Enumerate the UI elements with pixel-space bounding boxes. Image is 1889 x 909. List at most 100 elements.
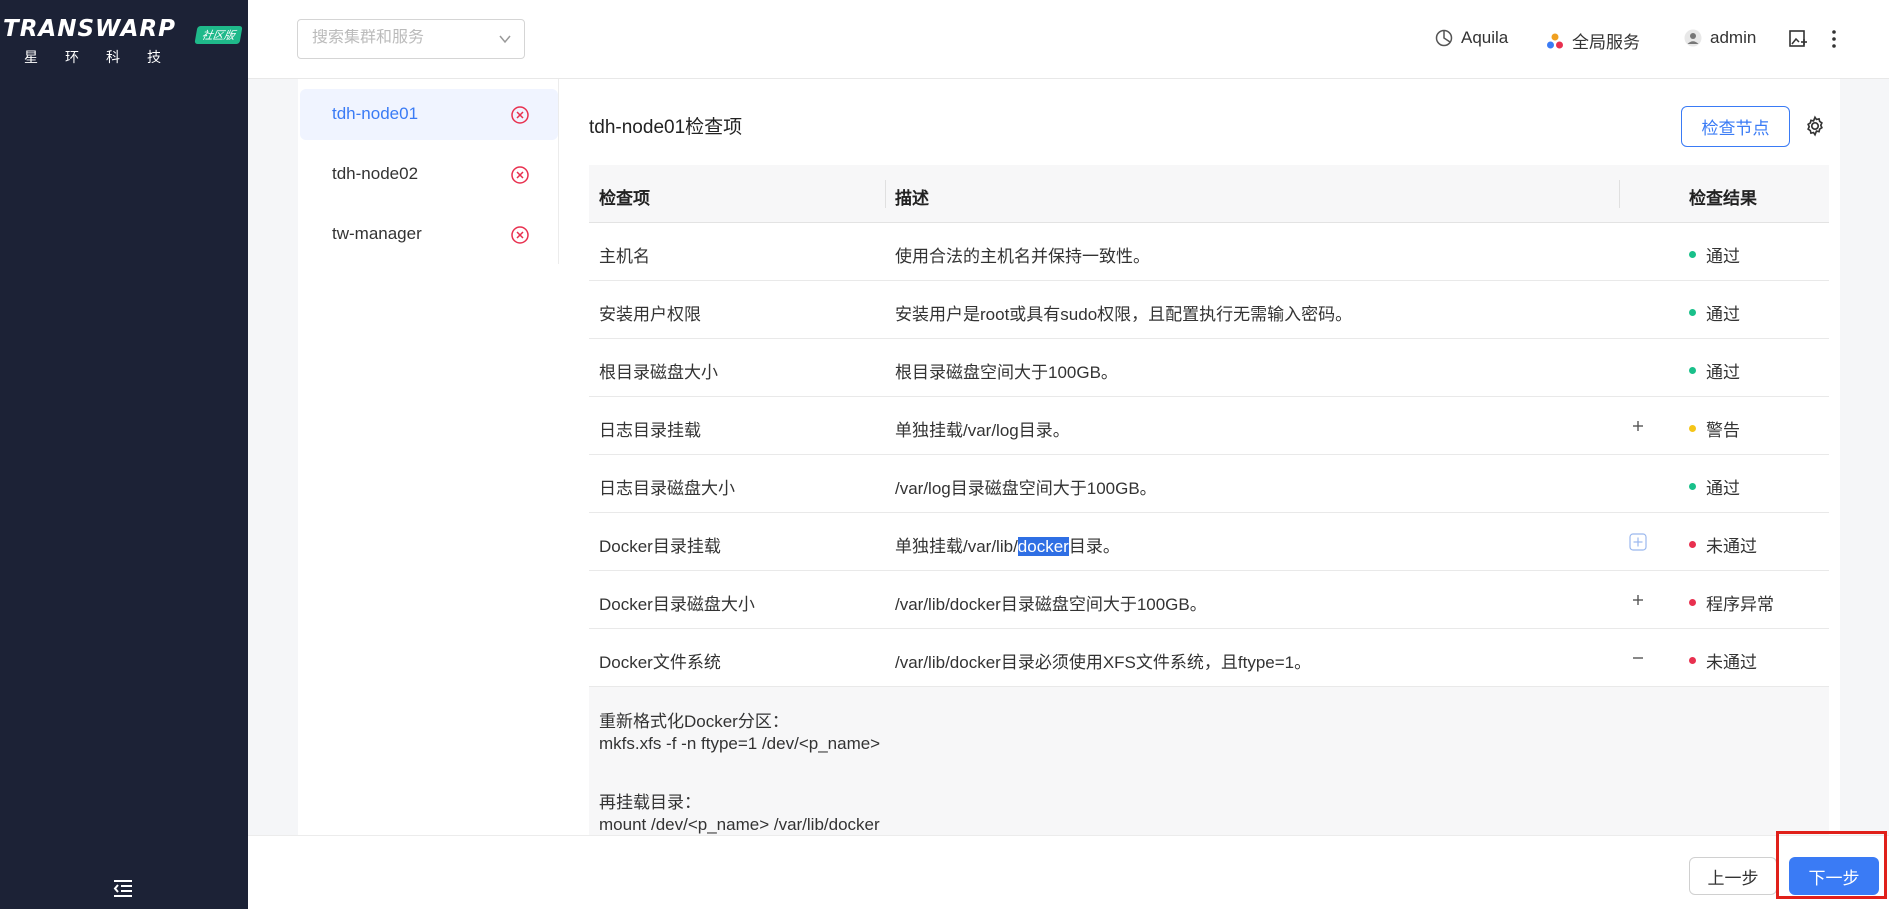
status-dot bbox=[1689, 251, 1696, 258]
check-desc: 根目录磁盘空间大于100GB。 bbox=[895, 363, 1118, 382]
remove-node-icon[interactable] bbox=[510, 165, 530, 185]
check-desc: /var/log目录磁盘空间大于100GB。 bbox=[895, 479, 1157, 498]
table-row: Docker文件系统 /var/lib/docker目录必须使用XFS文件系统，… bbox=[589, 629, 1829, 687]
result-text: 警告 bbox=[1706, 421, 1740, 440]
check-desc: /var/lib/docker目录磁盘空间大于100GB。 bbox=[895, 595, 1207, 614]
check-item: 根目录磁盘大小 bbox=[599, 363, 718, 382]
services-icon bbox=[1547, 33, 1563, 48]
status-dot bbox=[1689, 657, 1696, 664]
node-list-divider bbox=[558, 79, 559, 264]
user-menu[interactable]: admin bbox=[1684, 28, 1756, 48]
check-desc: 使用合法的主机名并保持一致性。 bbox=[895, 247, 1150, 266]
header-desc: 描述 bbox=[895, 189, 929, 208]
status-dot bbox=[1689, 309, 1696, 316]
wizard-footer: 上一步 下一步 bbox=[248, 835, 1889, 909]
node-name: tdh-node01 bbox=[332, 104, 419, 123]
check-item: 日志目录挂载 bbox=[599, 421, 701, 440]
add-image-icon[interactable] bbox=[1788, 29, 1808, 49]
panel-title: tdh-node01检查项 bbox=[589, 117, 743, 138]
result-text: 通过 bbox=[1706, 247, 1740, 266]
check-desc: 安装用户是root或具有sudo权限，且配置执行无需输入密码。 bbox=[895, 305, 1353, 324]
status-dot bbox=[1689, 483, 1696, 490]
status-dot bbox=[1689, 425, 1696, 432]
header-result: 检查结果 bbox=[1689, 189, 1757, 208]
node-list: tdh-node01 tdh-node02 tw-manager bbox=[300, 89, 558, 269]
column-separator bbox=[885, 180, 886, 208]
result-text: 通过 bbox=[1706, 363, 1740, 382]
next-step-button[interactable]: 下一步 bbox=[1789, 857, 1879, 895]
check-result: 程序异常 bbox=[1689, 590, 1774, 615]
check-result: 警告 bbox=[1689, 416, 1740, 441]
chevron-down-icon[interactable] bbox=[498, 32, 512, 46]
check-result: 未通过 bbox=[1689, 532, 1757, 557]
top-header: Aquila 全局服务 admin bbox=[248, 0, 1889, 79]
check-node-button[interactable]: 检查节点 bbox=[1681, 106, 1790, 147]
cluster-switcher[interactable]: Aquila bbox=[1435, 28, 1508, 48]
desc-text: 单独挂载/var/lib/ bbox=[895, 537, 1018, 556]
expand-plus-box-icon[interactable] bbox=[1629, 533, 1647, 551]
remove-node-icon[interactable] bbox=[510, 225, 530, 245]
table-row: 日志目录磁盘大小 /var/log目录磁盘空间大于100GB。 通过 bbox=[589, 455, 1829, 513]
result-text: 通过 bbox=[1706, 305, 1740, 324]
selected-text: docker bbox=[1017, 537, 1069, 556]
check-item: 主机名 bbox=[599, 247, 650, 266]
check-item: 日志目录磁盘大小 bbox=[599, 479, 735, 498]
search-input[interactable] bbox=[312, 29, 492, 47]
node-item-tdh-node02[interactable]: tdh-node02 bbox=[300, 149, 558, 200]
check-desc: 单独挂载/var/lib/docker目录。 bbox=[895, 532, 1120, 557]
desc-text: 目录。 bbox=[1068, 537, 1120, 556]
gear-icon[interactable] bbox=[1804, 115, 1826, 137]
node-name: tw-manager bbox=[332, 224, 422, 243]
check-desc: 单独挂载/var/log目录。 bbox=[895, 421, 1070, 440]
check-items-table: 检查项 描述 检查结果 主机名 使用合法的主机名并保持一致性。 通过 安装用户权… bbox=[589, 165, 1829, 847]
table-row: Docker目录挂载 单独挂载/var/lib/docker目录。 未通过 bbox=[589, 513, 1829, 571]
collapse-minus-icon[interactable] bbox=[1629, 649, 1647, 667]
global-services-menu[interactable]: 全局服务 bbox=[1546, 28, 1640, 53]
check-result: 通过 bbox=[1689, 358, 1740, 383]
table-row: Docker目录磁盘大小 /var/lib/docker目录磁盘空间大于100G… bbox=[589, 571, 1829, 629]
user-avatar-icon bbox=[1684, 29, 1702, 47]
table-row: 根目录磁盘大小 根目录磁盘空间大于100GB。 通过 bbox=[589, 339, 1829, 397]
prev-step-button[interactable]: 上一步 bbox=[1689, 857, 1777, 895]
global-services-label: 全局服务 bbox=[1572, 33, 1640, 52]
detail-line: 重新格式化Docker分区： bbox=[599, 712, 789, 731]
check-result: 通过 bbox=[1689, 242, 1740, 267]
sidebar: TRANSWARP 社区版 星环科技 bbox=[0, 0, 248, 909]
node-item-tw-manager[interactable]: tw-manager bbox=[300, 209, 558, 260]
check-item: Docker目录磁盘大小 bbox=[599, 595, 755, 614]
status-dot bbox=[1689, 367, 1696, 374]
node-item-tdh-node01[interactable]: tdh-node01 bbox=[300, 89, 558, 140]
column-separator bbox=[1619, 180, 1620, 208]
logo-text: TRANSWARP bbox=[3, 16, 176, 42]
result-text: 未通过 bbox=[1706, 653, 1757, 672]
table-row: 安装用户权限 安装用户是root或具有sudo权限，且配置执行无需输入密码。 通… bbox=[589, 281, 1829, 339]
header-item: 检查项 bbox=[599, 189, 650, 208]
detail-line: 再挂载目录： bbox=[599, 793, 701, 812]
check-item: Docker文件系统 bbox=[599, 653, 721, 672]
expand-plus-icon[interactable] bbox=[1629, 591, 1647, 609]
table-row: 主机名 使用合法的主机名并保持一致性。 通过 bbox=[589, 223, 1829, 281]
more-vertical-icon[interactable] bbox=[1830, 29, 1838, 49]
check-item: 安装用户权限 bbox=[599, 305, 701, 324]
row-detail-panel: 重新格式化Docker分区： mkfs.xfs -f -n ftype=1 /d… bbox=[589, 687, 1829, 847]
status-dot bbox=[1689, 541, 1696, 548]
check-item: Docker目录挂载 bbox=[599, 537, 721, 556]
cluster-search[interactable] bbox=[297, 19, 525, 59]
result-text: 通过 bbox=[1706, 479, 1740, 498]
cluster-icon bbox=[1435, 29, 1453, 47]
brand-logo[interactable]: TRANSWARP 社区版 星环科技 bbox=[0, 16, 248, 68]
edition-badge: 社区版 bbox=[194, 26, 243, 44]
result-text: 程序异常 bbox=[1706, 595, 1774, 614]
collapse-menu-icon[interactable] bbox=[112, 878, 134, 898]
node-name: tdh-node02 bbox=[332, 164, 419, 183]
detail-command: mount /dev/<p_name> /var/lib/docker bbox=[599, 815, 880, 834]
status-dot bbox=[1689, 599, 1696, 606]
table-row: 日志目录挂载 单独挂载/var/log目录。 警告 bbox=[589, 397, 1829, 455]
expand-plus-icon[interactable] bbox=[1629, 417, 1647, 435]
detail-command: mkfs.xfs -f -n ftype=1 /dev/<p_name> bbox=[599, 734, 881, 753]
check-result: 通过 bbox=[1689, 474, 1740, 499]
check-result: 通过 bbox=[1689, 300, 1740, 325]
remove-node-icon[interactable] bbox=[510, 105, 530, 125]
logo-subtitle: 星环科技 bbox=[24, 49, 188, 65]
check-result: 未通过 bbox=[1689, 648, 1757, 673]
